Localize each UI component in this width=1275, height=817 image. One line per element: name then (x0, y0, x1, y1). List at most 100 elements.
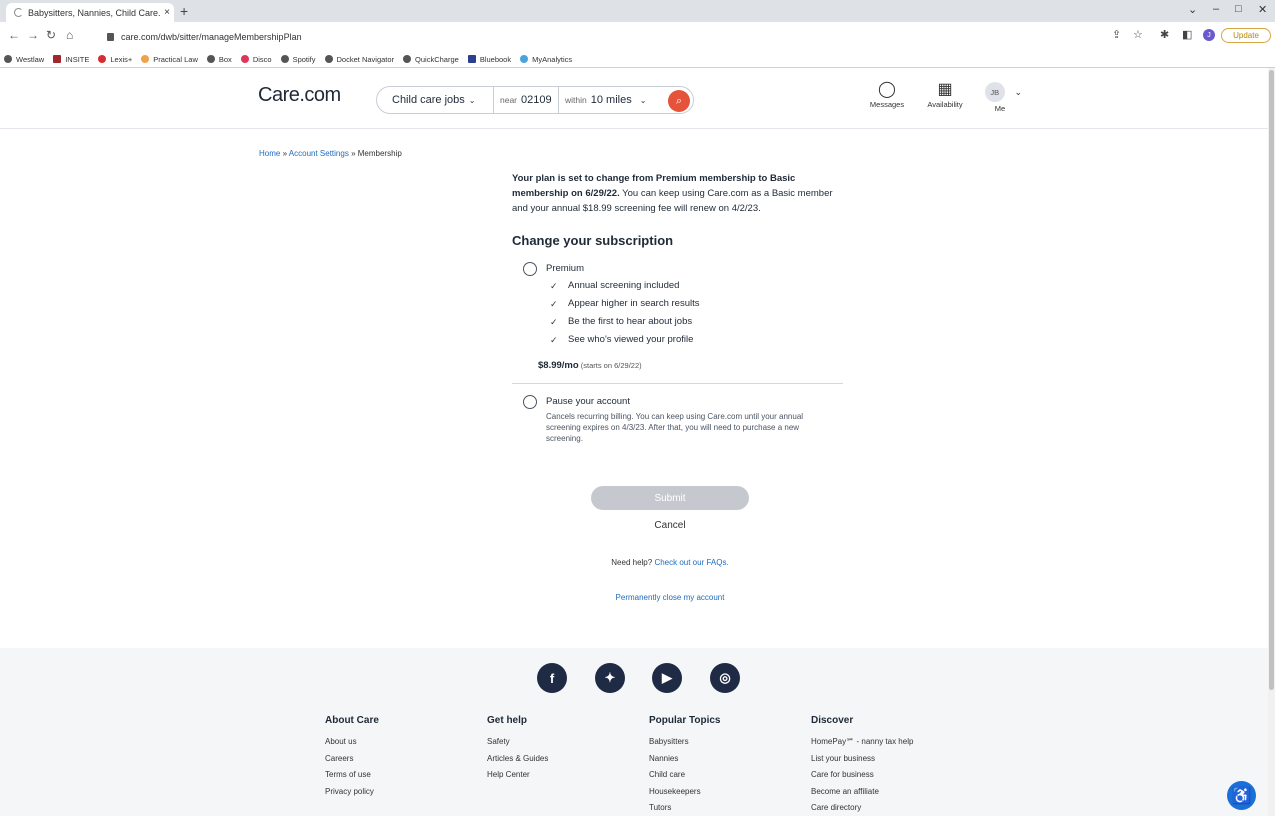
minimize-icon[interactable]: – (1213, 3, 1219, 15)
care-logo[interactable]: Care.com (258, 84, 341, 107)
extensions-icon[interactable]: ✱ (1160, 28, 1169, 41)
job-type-select[interactable]: Child care jobs ⌄ (377, 86, 494, 114)
plan-change-notice: Your plan is set to change from Premium … (512, 171, 843, 216)
reload-icon[interactable]: ↻ (46, 28, 56, 42)
bookmark-star-icon[interactable]: ☆ (1133, 28, 1143, 41)
address-bar[interactable]: care.com/dwb/sitter/manageMembershipPlan (103, 26, 703, 47)
pause-radio[interactable] (523, 395, 537, 409)
submit-button[interactable]: Submit (591, 486, 749, 510)
chevron-down-icon: ⌄ (639, 95, 647, 105)
bookmarks-bar: Westlaw INSITE Lexis+ Practical Law Box … (0, 51, 1275, 68)
care-favicon-icon (14, 8, 23, 17)
forward-icon[interactable]: → (27, 28, 39, 42)
premium-radio[interactable] (523, 262, 537, 276)
divider (512, 383, 843, 384)
home-icon[interactable]: ⌂ (66, 28, 73, 42)
radius-value: 10 miles (590, 94, 632, 106)
browser-toolbar: ← → ↻ ⌂ care.com/dwb/sitter/manageMember… (0, 22, 1275, 51)
feature-item: ✓ Be the first to hear about jobs (550, 313, 843, 331)
side-panel-icon[interactable]: ◧ (1182, 28, 1192, 41)
checkmark-icon: ✓ (550, 317, 558, 327)
bookmark-item[interactable]: Docket Navigator (324, 55, 394, 64)
footer-link[interactable]: Child care (649, 767, 721, 784)
bookmark-item[interactable]: Lexis+ (98, 55, 132, 64)
premium-title: Premium (546, 263, 585, 274)
tab-search-icon[interactable]: ⌄ (1188, 3, 1197, 16)
accessibility-button[interactable]: ♿ (1227, 781, 1256, 810)
footer-link[interactable]: Nannies (649, 751, 721, 768)
scrollbar-thumb[interactable] (1269, 70, 1274, 690)
footer-link[interactable]: Housekeepers (649, 784, 721, 801)
checkmark-icon: ✓ (550, 281, 558, 291)
new-tab-button[interactable]: + (180, 3, 188, 19)
bookmark-item[interactable]: Westlaw (4, 55, 44, 64)
bookmark-item[interactable]: MyAnalytics (520, 55, 572, 64)
chevron-down-icon: ⌄ (1014, 86, 1022, 97)
cancel-link[interactable]: Cancel (591, 520, 749, 531)
breadcrumb-home[interactable]: Home (259, 149, 280, 158)
globe-icon (280, 55, 289, 63)
twitter-icon[interactable]: ✦ (595, 663, 625, 693)
faq-link[interactable]: Check out our FAQs. (654, 558, 728, 567)
footer-link[interactable]: Tutors (649, 800, 721, 817)
feature-item: ✓ See who's viewed your profile (550, 331, 843, 349)
facebook-icon[interactable]: f (537, 663, 567, 693)
bookmark-item[interactable]: Practical Law (141, 55, 198, 64)
bookmark-item[interactable]: QuickCharge (403, 55, 459, 64)
globe-icon (324, 55, 333, 63)
footer-link[interactable]: HomePay℠ - nanny tax help (811, 734, 913, 751)
footer-link[interactable]: Help Center (487, 767, 548, 784)
update-button[interactable]: Update (1221, 28, 1271, 43)
bookmark-item[interactable]: Spotify (280, 55, 316, 64)
footer-link[interactable]: Care for business (811, 767, 913, 784)
browser-tab[interactable]: Babysitters, Nannies, Child Care. × (6, 3, 174, 22)
page: Care.com Child care jobs ⌄ near 02109 wi… (0, 68, 1275, 816)
back-icon[interactable]: ← (8, 28, 20, 42)
insite-icon (53, 55, 62, 63)
footer-link[interactable]: Articles & Guides (487, 751, 548, 768)
maximize-icon[interactable]: □ (1235, 3, 1242, 15)
url-text: care.com/dwb/sitter/manageMembershipPlan (121, 31, 302, 42)
checkmark-icon: ✓ (550, 335, 558, 345)
breadcrumb: Home » Account Settings » Membership (259, 149, 402, 158)
footer-link[interactable]: Careers (325, 751, 379, 768)
youtube-icon[interactable]: ▶ (652, 663, 682, 693)
footer-link[interactable]: Become an affiliate (811, 784, 913, 801)
share-icon[interactable]: ⇪ (1112, 28, 1121, 41)
bookmark-item[interactable]: Disco (240, 55, 272, 64)
availability-nav[interactable]: ▦ Availability (922, 80, 968, 109)
chevron-down-icon: ⌄ (468, 95, 476, 105)
footer-link[interactable]: List your business (811, 751, 913, 768)
footer-link[interactable]: Care directory (811, 800, 913, 817)
near-label: near (500, 95, 518, 105)
footer-link[interactable]: Babysitters (649, 734, 721, 751)
search-button[interactable]: ⌕ (668, 90, 690, 112)
availability-label: Availability (927, 100, 963, 109)
footer-link[interactable]: Safety (487, 734, 548, 751)
messages-nav[interactable]: ◯ Messages (866, 80, 908, 109)
pause-option[interactable]: Pause your account Cancels recurring bil… (512, 395, 843, 444)
close-window-icon[interactable]: ✕ (1258, 3, 1267, 16)
bookmark-item[interactable]: Bluebook (467, 55, 511, 64)
pause-description: Cancels recurring billing. You can keep … (546, 412, 804, 443)
profile-avatar[interactable]: J (1203, 29, 1215, 41)
globe-icon (4, 55, 12, 63)
zip-field[interactable]: near 02109 (494, 86, 559, 114)
bluebook-icon (467, 55, 476, 63)
lock-icon (107, 32, 114, 41)
checkmark-icon: ✓ (550, 299, 558, 309)
me-nav[interactable]: JB ⌄ Me (978, 80, 1022, 113)
tab-close-icon[interactable]: × (160, 7, 174, 18)
globe-icon (403, 55, 412, 63)
breadcrumb-account-settings[interactable]: Account Settings (289, 149, 349, 158)
close-account-link[interactable]: Permanently close my account (512, 593, 828, 602)
premium-option[interactable]: Premium ✓ Annual screening included ✓ Appe… (512, 262, 843, 371)
bookmark-item[interactable]: INSITE (53, 55, 89, 64)
footer-link[interactable]: About us (325, 734, 379, 751)
calendar-icon: ▦ (937, 81, 953, 98)
bookmark-item[interactable]: Box (206, 55, 232, 64)
radius-select[interactable]: within 10 miles ⌄ (559, 86, 646, 114)
footer-link[interactable]: Privacy policy (325, 784, 379, 801)
footer-link[interactable]: Terms of use (325, 767, 379, 784)
instagram-icon[interactable]: ◎ (710, 663, 740, 693)
